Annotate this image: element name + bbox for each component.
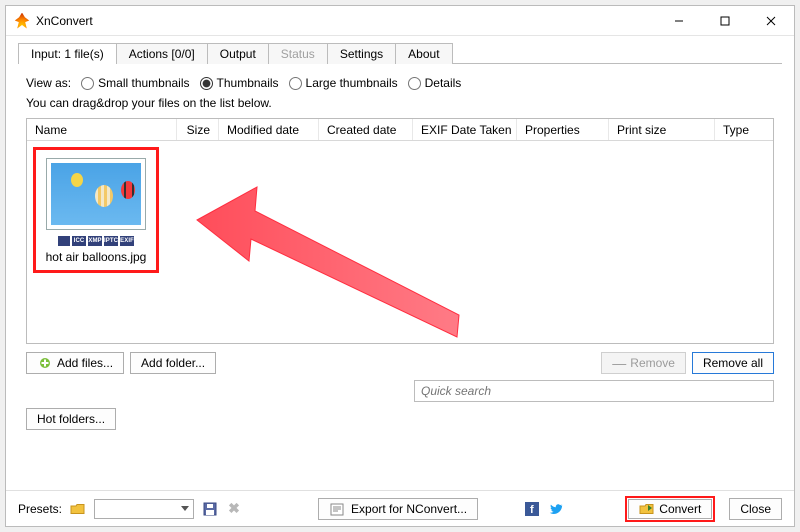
remove-button[interactable]: — Remove (601, 352, 686, 374)
open-preset-icon[interactable] (70, 501, 86, 517)
titlebar: XnConvert (6, 6, 794, 36)
close-button-bottom[interactable]: Close (729, 498, 782, 520)
window-title: XnConvert (36, 14, 93, 28)
tag-xmp: XMP (88, 236, 102, 246)
view-as-row: View as: Small thumbnails Thumbnails Lar… (26, 76, 774, 90)
metadata-tags: ICC XMP IPTC EXIF (58, 236, 134, 246)
bottom-bar: Presets: ✖ Export for NConvert... f (6, 490, 794, 526)
export-icon (329, 501, 345, 517)
add-folder-label: Add folder... (141, 356, 205, 370)
export-nconvert-button[interactable]: Export for NConvert... (318, 498, 478, 520)
chevron-down-icon (181, 506, 189, 512)
tab-input[interactable]: Input: 1 file(s) (18, 43, 117, 64)
view-large-radio[interactable] (289, 77, 302, 90)
view-details-option[interactable]: Details (408, 76, 462, 90)
grid-body[interactable]: ICC XMP IPTC EXIF hot air balloons.jpg (27, 141, 773, 343)
col-type[interactable]: Type (715, 119, 773, 140)
file-name: hot air balloons.jpg (42, 250, 150, 264)
add-folder-button[interactable]: Add folder... (130, 352, 216, 374)
col-created[interactable]: Created date (319, 119, 413, 140)
window-controls (656, 6, 794, 35)
tab-status[interactable]: Status (268, 43, 328, 64)
convert-icon (639, 501, 655, 517)
preset-dropdown[interactable] (94, 499, 194, 519)
convert-button[interactable]: Convert (628, 499, 712, 519)
close-button[interactable] (748, 6, 794, 35)
view-small-option[interactable]: Small thumbnails (81, 76, 189, 90)
col-exif[interactable]: EXIF Date Taken (413, 119, 517, 140)
remove-label: Remove (630, 356, 675, 370)
annotation-arrow (187, 175, 477, 343)
col-properties[interactable]: Properties (517, 119, 609, 140)
save-preset-icon[interactable] (202, 501, 218, 517)
app-icon (14, 13, 30, 29)
close-label: Close (740, 502, 771, 516)
thumbnail-frame (46, 158, 146, 230)
col-modified[interactable]: Modified date (219, 119, 319, 140)
view-small-radio[interactable] (81, 77, 94, 90)
file-grid: Name Size Modified date Created date EXI… (26, 118, 774, 344)
add-files-label: Add files... (57, 356, 113, 370)
view-large-option[interactable]: Large thumbnails (289, 76, 398, 90)
export-label: Export for NConvert... (351, 502, 467, 516)
hot-folders-label: Hot folders... (37, 412, 105, 426)
tag-dims-icon (58, 236, 70, 246)
add-files-button[interactable]: Add files... (26, 352, 124, 374)
tag-iptc: IPTC (104, 236, 118, 246)
column-header-row: Name Size Modified date Created date EXI… (27, 119, 773, 141)
file-item[interactable]: ICC XMP IPTC EXIF hot air balloons.jpg (33, 147, 159, 273)
tab-settings[interactable]: Settings (327, 43, 396, 64)
remove-all-button[interactable]: Remove all (692, 352, 774, 374)
convert-highlight: Convert (625, 496, 715, 522)
view-thumbnails-option[interactable]: Thumbnails (200, 76, 279, 90)
col-size[interactable]: Size (177, 119, 219, 140)
tab-bar: Input: 1 file(s) Actions [0/0] Output St… (18, 42, 782, 64)
plus-icon (37, 355, 53, 371)
svg-text:f: f (530, 504, 534, 516)
facebook-icon[interactable]: f (524, 501, 540, 517)
remove-all-label: Remove all (703, 356, 763, 370)
twitter-icon[interactable] (548, 501, 564, 517)
view-large-label: Large thumbnails (306, 76, 398, 90)
tab-actions[interactable]: Actions [0/0] (116, 43, 208, 64)
maximize-button[interactable] (702, 6, 748, 35)
view-thumbnails-radio[interactable] (200, 77, 213, 90)
col-name[interactable]: Name (27, 119, 177, 140)
hot-folders-button[interactable]: Hot folders... (26, 408, 116, 430)
minus-icon: — (612, 358, 626, 368)
grid-buttons-row: Add files... Add folder... — Remove Remo… (26, 344, 774, 380)
tag-icc: ICC (72, 236, 86, 246)
view-details-radio[interactable] (408, 77, 421, 90)
presets-label: Presets: (18, 502, 62, 516)
view-small-label: Small thumbnails (98, 76, 189, 90)
view-as-label: View as: (26, 76, 71, 90)
minimize-button[interactable] (656, 6, 702, 35)
view-thumbnails-label: Thumbnails (217, 76, 279, 90)
tag-exif: EXIF (120, 236, 134, 246)
delete-preset-icon[interactable]: ✖ (226, 501, 242, 517)
quick-search-input[interactable] (414, 380, 774, 402)
tab-about[interactable]: About (395, 43, 452, 64)
tab-output[interactable]: Output (207, 43, 269, 64)
app-window: XnConvert Input: 1 file(s) Actions [0/0]… (5, 5, 795, 527)
col-printsize[interactable]: Print size (609, 119, 715, 140)
view-details-label: Details (425, 76, 462, 90)
convert-label: Convert (659, 502, 701, 516)
dragdrop-hint: You can drag&drop your files on the list… (26, 96, 774, 110)
thumbnail-image (51, 163, 141, 225)
